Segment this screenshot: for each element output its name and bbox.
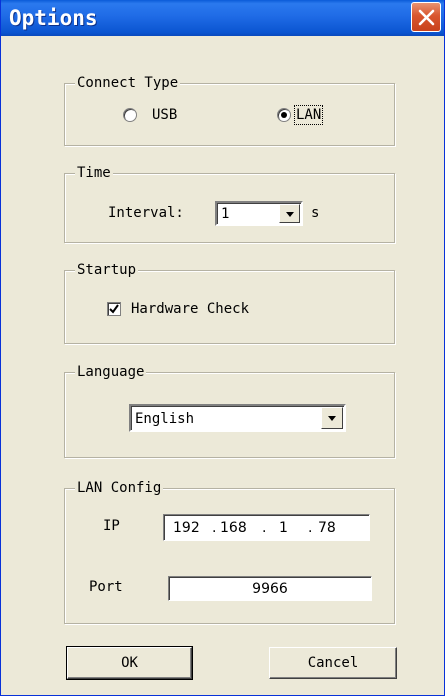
lan-config-legend: LAN Config bbox=[75, 479, 164, 497]
language-dropdown-button[interactable] bbox=[321, 407, 343, 429]
ip-octet-2[interactable]: 168 bbox=[220, 519, 247, 537]
close-button[interactable] bbox=[411, 2, 441, 32]
interval-select[interactable]: 1 bbox=[215, 201, 303, 226]
language-value: English bbox=[135, 411, 195, 427]
usb-radio[interactable] bbox=[123, 108, 137, 122]
connect-type-group: Connect Type USB LAN bbox=[64, 74, 395, 146]
ok-button[interactable]: OK bbox=[66, 646, 193, 680]
chevron-down-icon bbox=[328, 416, 336, 421]
startup-group: Startup Hardware Check bbox=[64, 261, 395, 344]
port-value: 9966 bbox=[252, 581, 288, 597]
language-select[interactable]: English bbox=[129, 404, 346, 432]
ip-dot-1: . bbox=[212, 520, 217, 536]
language-group: Language English bbox=[64, 363, 395, 458]
interval-unit: s bbox=[311, 205, 320, 221]
options-dialog: Options Connect Type USB LAN Time Interv… bbox=[0, 0, 445, 696]
lan-radio[interactable] bbox=[277, 108, 291, 122]
port-field[interactable]: 9966 bbox=[168, 576, 372, 601]
usb-radio-label[interactable]: USB bbox=[152, 106, 177, 124]
chevron-down-icon bbox=[285, 211, 294, 217]
title-bar[interactable]: Options bbox=[1, 0, 444, 36]
time-legend: Time bbox=[75, 164, 113, 182]
ip-address-field[interactable]: 192 . 168 . 1 . 78 bbox=[163, 514, 370, 541]
hardware-check-checkbox[interactable] bbox=[107, 302, 121, 316]
ip-octet-3[interactable]: 1 bbox=[279, 519, 288, 537]
ip-label: IP bbox=[103, 518, 120, 534]
ip-octet-1[interactable]: 192 bbox=[173, 519, 200, 537]
checkmark-icon bbox=[109, 304, 119, 314]
cancel-button[interactable]: Cancel bbox=[269, 647, 397, 679]
port-label: Port bbox=[89, 579, 123, 595]
time-group: Time Interval: 1 s bbox=[64, 164, 395, 243]
close-icon bbox=[418, 9, 435, 26]
ip-dot-3: . bbox=[308, 520, 313, 536]
lan-radio-dot bbox=[281, 112, 287, 118]
ip-octet-4[interactable]: 78 bbox=[318, 519, 336, 537]
interval-value: 1 bbox=[221, 206, 230, 222]
lan-config-group: LAN Config IP 192 . 168 . 1 . 78 Port 99… bbox=[64, 479, 395, 624]
interval-label: Interval: bbox=[108, 205, 184, 221]
interval-dropdown-button[interactable] bbox=[279, 204, 300, 223]
language-legend: Language bbox=[75, 363, 147, 381]
ip-dot-2: . bbox=[262, 520, 267, 536]
connect-type-legend: Connect Type bbox=[75, 74, 181, 92]
window-title: Options bbox=[9, 6, 98, 30]
startup-legend: Startup bbox=[75, 261, 139, 279]
hardware-check-label[interactable]: Hardware Check bbox=[131, 300, 249, 318]
lan-radio-label[interactable]: LAN bbox=[293, 105, 324, 125]
